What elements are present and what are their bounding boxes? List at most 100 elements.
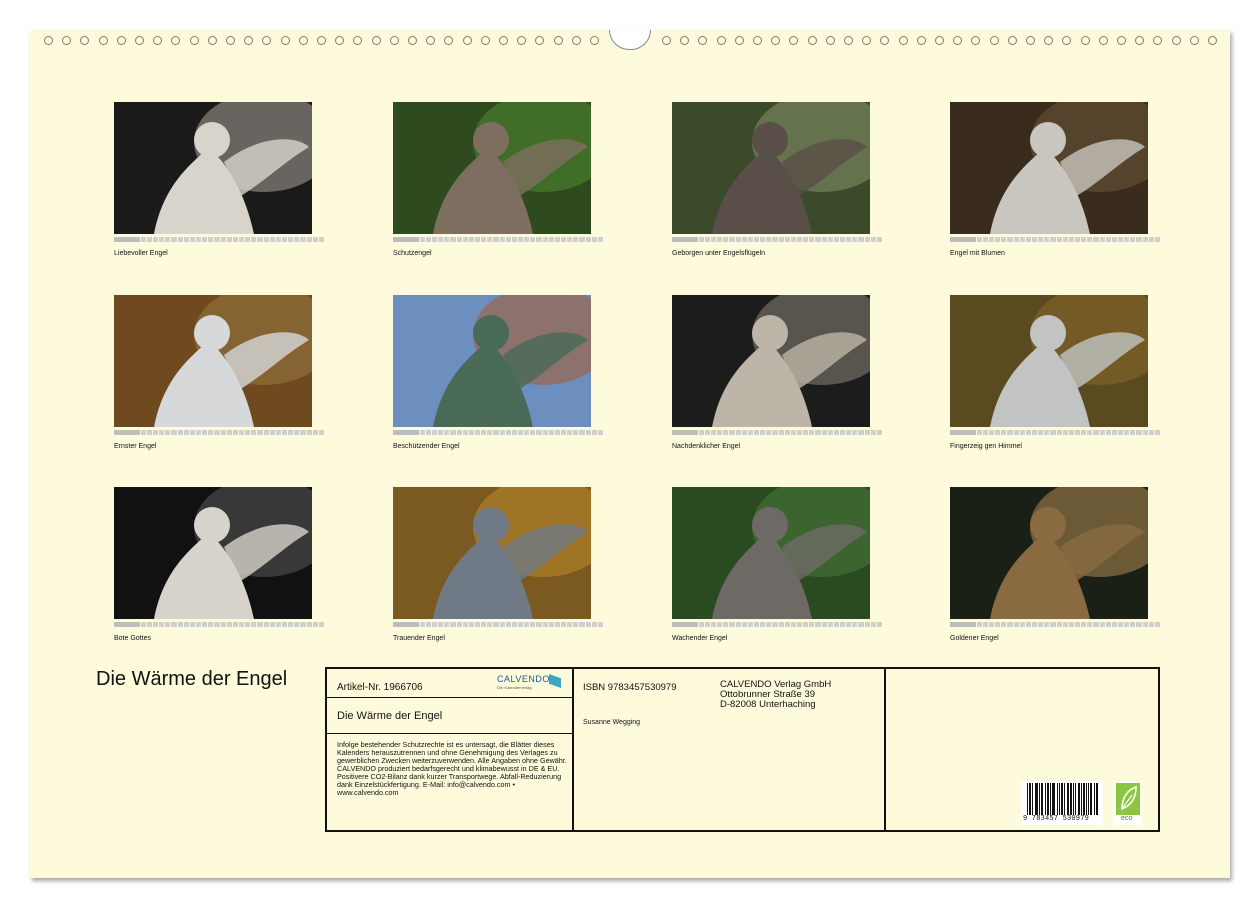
day-cell (1044, 430, 1050, 435)
binding-ring (971, 36, 981, 45)
day-cell (493, 237, 499, 242)
day-cell (717, 622, 723, 627)
day-cell (511, 622, 517, 627)
binding-ring (844, 36, 853, 45)
day-cell (1148, 622, 1154, 627)
day-cell (1068, 430, 1074, 435)
day-cell (735, 622, 741, 627)
day-cell (766, 237, 772, 242)
day-cell (263, 622, 269, 627)
binding-ring (480, 36, 490, 45)
binding-ring (1189, 36, 1199, 45)
day-cell (487, 622, 493, 627)
day-cell (711, 622, 717, 627)
day-cell (300, 237, 306, 242)
day-cell (1087, 237, 1093, 242)
day-cell (456, 430, 462, 435)
day-cell (474, 622, 481, 627)
publisher-address: CALVENDO Verlag GmbH Ottobrunner Straße … (720, 680, 831, 710)
calendar-day-strip (950, 622, 1160, 627)
day-cell (858, 622, 864, 627)
day-cell (263, 430, 269, 435)
day-cell (171, 430, 177, 435)
day-cell (238, 430, 245, 435)
month-cell: Liebevoller Engel (114, 102, 324, 257)
day-cell (450, 622, 456, 627)
day-cell (318, 622, 324, 627)
day-cell (778, 237, 784, 242)
day-cell (723, 622, 729, 627)
binding-ring (171, 36, 181, 45)
day-cell (1117, 622, 1124, 627)
day-cell (493, 430, 499, 435)
day-cell (251, 430, 257, 435)
day-cell (554, 430, 560, 435)
day-cell (554, 622, 560, 627)
day-cell (554, 237, 560, 242)
binding-ring (662, 36, 671, 45)
day-cell (183, 430, 189, 435)
day-cell (499, 430, 505, 435)
day-cell (393, 237, 419, 242)
day-cell (560, 430, 567, 435)
calendar-day-strip (950, 430, 1160, 435)
day-cell (597, 430, 603, 435)
day-cell (1068, 622, 1074, 627)
day-cell (524, 237, 530, 242)
day-cell (858, 430, 864, 435)
angel-photo (950, 487, 1148, 619)
day-cell (257, 430, 263, 435)
day-cell (153, 622, 159, 627)
day-cell (226, 622, 232, 627)
day-cell (790, 430, 796, 435)
day-cell (1074, 622, 1081, 627)
day-cell (870, 622, 876, 627)
author-name: Susanne Wegging (583, 719, 641, 726)
day-cell (876, 430, 882, 435)
day-cell (790, 622, 796, 627)
day-cell (846, 622, 852, 627)
day-cell (444, 430, 450, 435)
day-cell (202, 430, 208, 435)
binding-ring (499, 36, 508, 45)
calendar-day-strip (393, 622, 603, 627)
day-cell (790, 237, 796, 242)
day-cell (579, 430, 585, 435)
day-cell (1031, 430, 1038, 435)
day-cell (1111, 622, 1117, 627)
day-cell (717, 237, 723, 242)
day-cell (839, 622, 846, 627)
binding-ring (62, 36, 72, 45)
day-cell (517, 622, 524, 627)
day-cell (462, 622, 468, 627)
day-cell (208, 237, 214, 242)
day-cell (809, 237, 815, 242)
day-cell (753, 237, 760, 242)
day-cell (257, 622, 263, 627)
day-cell (288, 622, 294, 627)
day-cell (1007, 622, 1013, 627)
day-cell (195, 237, 202, 242)
binding-ring (389, 36, 399, 45)
day-cell (159, 430, 165, 435)
article-row: Artikel-Nr. 1966706 CALVENDO Der Kalende… (327, 669, 572, 698)
day-cell (1105, 622, 1111, 627)
day-cell (989, 622, 995, 627)
binding-ring (135, 36, 144, 45)
day-cell (995, 237, 1001, 242)
angel-photo (393, 295, 591, 427)
day-cell (450, 237, 456, 242)
day-cell (1124, 622, 1130, 627)
day-cell (456, 622, 462, 627)
day-cell (976, 430, 982, 435)
day-cell (214, 430, 220, 435)
photo-caption: Bote Gottes (114, 635, 151, 642)
binding-ring (716, 36, 726, 45)
binding-ring (80, 36, 90, 45)
day-cell (269, 622, 275, 627)
day-cell (524, 430, 530, 435)
day-cell (189, 622, 195, 627)
day-cell (950, 237, 976, 242)
day-cell (1050, 237, 1056, 242)
binding-ring (553, 36, 563, 45)
